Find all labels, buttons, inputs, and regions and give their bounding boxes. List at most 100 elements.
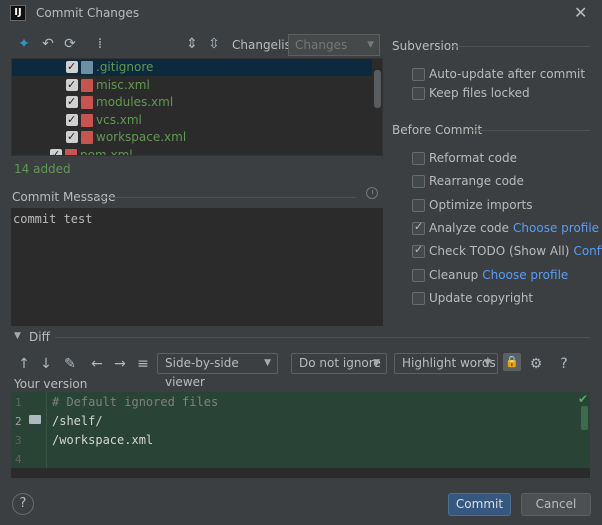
commit-message-input[interactable]: commit test (11, 208, 383, 326)
tree-row[interactable]: workspace.xml (12, 128, 372, 146)
file-checkbox[interactable] (66, 59, 78, 75)
xml-file-icon (81, 131, 93, 144)
viewer-select[interactable]: Side-by-side viewer ▼ (157, 353, 278, 389)
auto-update-option[interactable]: Auto-update after commit (412, 67, 585, 83)
changed-files-tree[interactable]: .gitignore misc.xml modules.xml vcs.xml … (11, 58, 383, 156)
back-arrow-icon[interactable]: ← (89, 356, 105, 372)
line-number: 3 (15, 434, 22, 447)
tree-scrollbar[interactable] (374, 70, 381, 108)
folder-icon (29, 415, 41, 424)
refresh-icon[interactable]: ⟳ (62, 36, 78, 52)
checkbox[interactable] (412, 199, 425, 212)
checkbox[interactable] (412, 269, 425, 282)
editor-scrollbar[interactable] (581, 406, 588, 430)
chevron-down-icon: ▼ (373, 358, 380, 368)
edit-source-icon[interactable]: ✎ (62, 356, 78, 372)
subversion-title: Subversion (392, 39, 459, 53)
option-label: Keep files locked (429, 86, 530, 100)
reformat-code-option[interactable]: Reformat code (412, 151, 592, 167)
checkbox[interactable] (412, 68, 425, 81)
tree-row[interactable]: .gitignore (12, 59, 372, 76)
update-copyright-option[interactable]: Update copyright (412, 291, 592, 307)
checkbox[interactable] (412, 175, 425, 188)
configure-link[interactable]: Configure (573, 244, 602, 258)
checkbox[interactable] (412, 87, 425, 100)
divider (450, 46, 590, 47)
check-todo-option[interactable]: Check TODO (Show All)Configure (412, 243, 602, 260)
before-commit-title: Before Commit (392, 123, 483, 137)
line-number: 2 (15, 415, 22, 428)
diff-editor[interactable]: 1 2 3 4 # Default ignored files /shelf/ … (11, 392, 590, 468)
option-label: Reformat code (429, 151, 517, 165)
editor-horizontal-area (11, 468, 590, 478)
file-icon (81, 61, 93, 74)
file-name: .gitignore (96, 60, 154, 74)
xml-file-icon (81, 79, 93, 92)
tree-row[interactable]: vcs.xml (12, 111, 372, 129)
keep-files-locked-option[interactable]: Keep files locked (412, 86, 572, 102)
forward-arrow-icon[interactable]: → (112, 356, 128, 372)
collapse-triangle-icon[interactable]: ▼ (14, 331, 21, 341)
file-name: workspace.xml (96, 130, 187, 144)
highlight-select[interactable]: Highlight words ▼ (394, 353, 498, 374)
diff-label: Diff (29, 330, 50, 344)
rearrange-code-option[interactable]: Rearrange code (412, 174, 592, 190)
xml-file-icon (81, 96, 93, 109)
next-difference-icon[interactable]: ↓ (38, 356, 54, 372)
ignore-select[interactable]: Do not ignore ▼ (291, 353, 387, 374)
file-checkbox[interactable] (66, 76, 78, 93)
code-line: /workspace.xml (52, 433, 154, 447)
cleanup-option[interactable]: Cleanup Choose profile (412, 268, 592, 284)
file-checkbox[interactable] (66, 93, 78, 110)
line-number: 1 (15, 396, 22, 409)
changelist-select[interactable]: Changes ▼ (288, 34, 380, 56)
file-name: misc.xml (96, 78, 150, 92)
checkbox[interactable] (412, 292, 425, 305)
file-checkbox[interactable] (66, 111, 78, 128)
expand-all-icon[interactable]: ⇕ (184, 36, 200, 52)
option-label: Optimize imports (429, 198, 533, 212)
checkbox[interactable] (412, 152, 425, 165)
optimize-imports-option[interactable]: Optimize imports (412, 198, 592, 214)
highlight-value: Highlight words (402, 356, 496, 370)
tree-row[interactable]: modules.xml (12, 93, 372, 111)
close-icon[interactable]: ✕ (574, 3, 587, 22)
help-button[interactable]: ? (12, 493, 34, 515)
xml-file-icon (81, 114, 93, 127)
file-name: vcs.xml (96, 113, 142, 127)
list-icon[interactable]: ≡ (135, 356, 151, 372)
intellij-app-icon: IJ (10, 5, 26, 21)
cancel-button[interactable]: Cancel (521, 493, 591, 516)
lock-icon[interactable]: 🔒 (503, 353, 521, 371)
file-name: pom.xml (80, 148, 133, 156)
option-label-group: Cleanup Choose profile (429, 268, 568, 282)
rollback-icon[interactable]: ↶ (40, 36, 56, 52)
group-by-icon[interactable]: ⁞ (92, 36, 108, 52)
tree-row[interactable]: misc.xml (12, 76, 372, 94)
commit-button[interactable]: Commit (448, 493, 511, 516)
file-checkbox[interactable] (50, 146, 62, 155)
chevron-down-icon: ▼ (484, 358, 491, 368)
option-label-group: Check TODO (Show All)Configure (429, 244, 602, 258)
checkbox[interactable] (412, 220, 425, 235)
show-diff-icon[interactable]: ✦ (16, 36, 32, 52)
file-checkbox[interactable] (66, 128, 78, 145)
option-label-group: Analyze code Choose profile (429, 221, 599, 235)
option-label: Rearrange code (429, 174, 524, 188)
checkbox[interactable] (412, 243, 425, 258)
settings-gear-icon[interactable]: ⚙ (528, 356, 544, 372)
diff-help-icon[interactable]: ? (556, 356, 572, 372)
your-version-label: Your version (14, 377, 88, 391)
tree-row[interactable]: pom.xml (12, 146, 372, 156)
option-label: Auto-update after commit (429, 67, 586, 81)
collapse-all-icon[interactable]: ⇳ (206, 36, 222, 52)
chevron-down-icon: ▼ (367, 40, 374, 50)
choose-profile-link[interactable]: Choose profile (513, 221, 599, 235)
choose-profile-link[interactable]: Choose profile (482, 268, 568, 282)
divider (470, 130, 590, 131)
previous-difference-icon[interactable]: ↑ (16, 356, 32, 372)
history-clock-icon[interactable] (366, 187, 378, 199)
option-label: Update copyright (429, 291, 534, 305)
analyze-code-option[interactable]: Analyze codeChoose profile (412, 220, 599, 237)
no-problems-check-icon: ✔ (578, 392, 589, 406)
